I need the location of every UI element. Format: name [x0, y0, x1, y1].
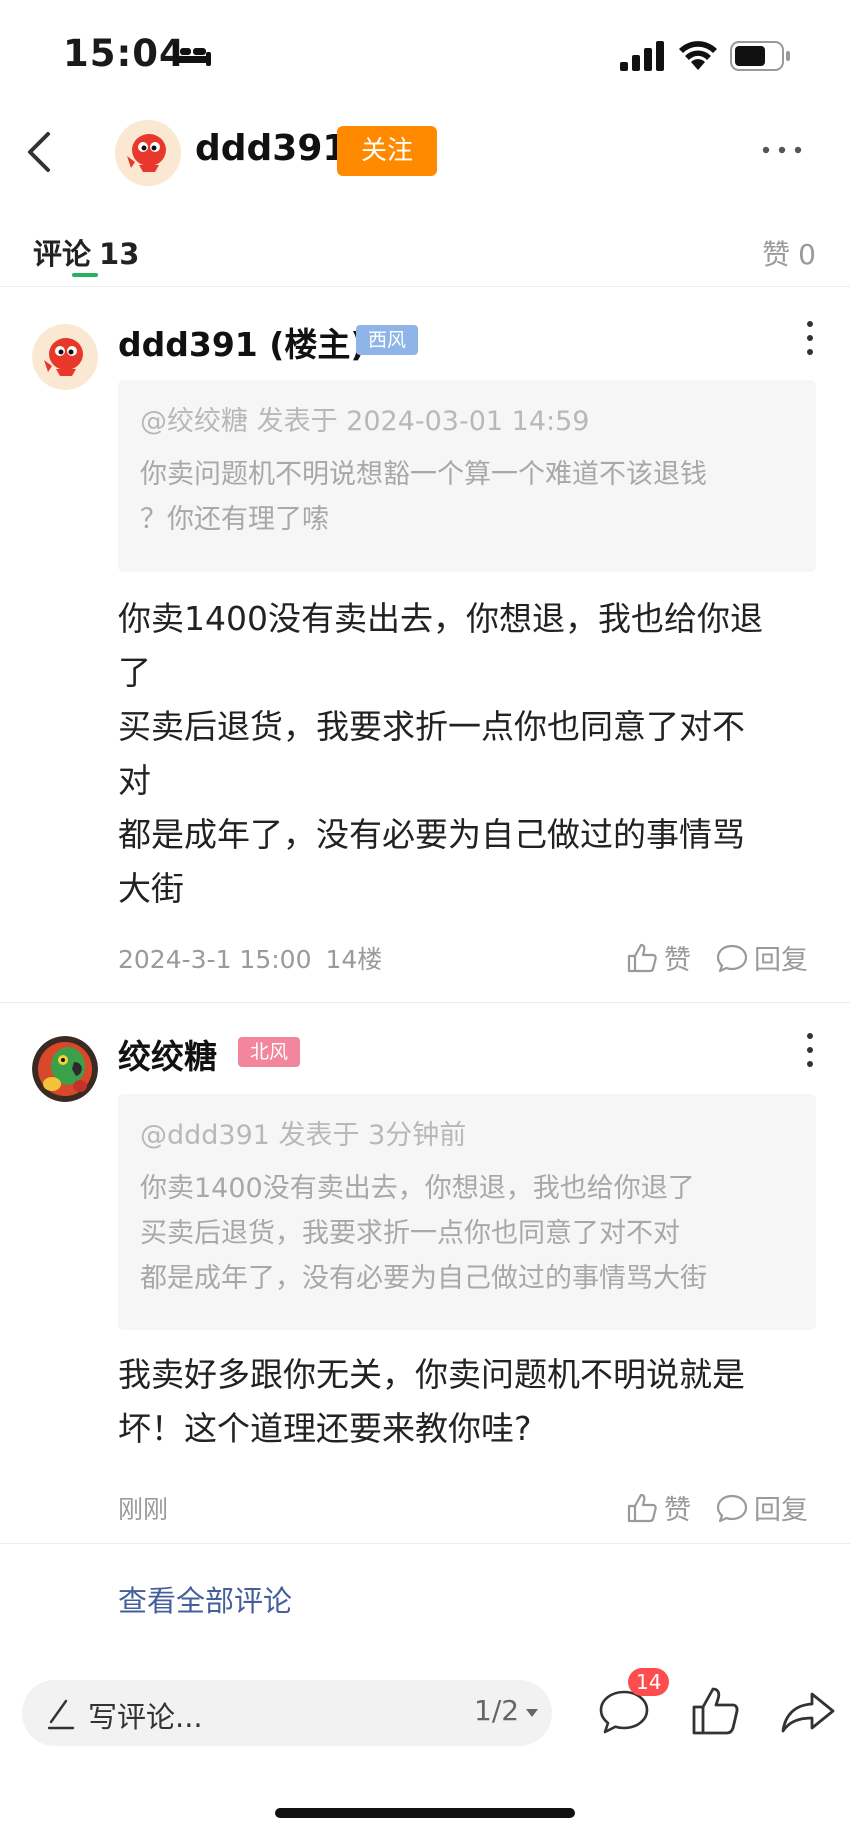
share-icon[interactable]: [780, 1690, 836, 1734]
like-label: 赞: [664, 945, 691, 976]
comment-input[interactable]: 写评论... 1/2: [22, 1680, 552, 1746]
sleep-focus-icon: [173, 44, 211, 66]
comment-text: 我卖好多跟你无关，你卖问题机不明说就是 坏！这个道理还要来教你哇?: [118, 1355, 745, 1448]
battery-icon: [730, 41, 790, 71]
like-label: 赞: [664, 1495, 691, 1526]
parrot-avatar-icon: [32, 1036, 98, 1102]
level-badge: 北风: [238, 1037, 301, 1067]
more-options-icon[interactable]: [760, 140, 804, 160]
status-bar: 15:04: [0, 0, 850, 100]
quote-header: @绞绞糖 发表于 2024-03-01 14:59: [140, 406, 590, 437]
author-name[interactable]: ddd391: [195, 128, 347, 169]
reply-label: 回复: [754, 1495, 808, 1526]
comment-meta: 刚刚: [118, 1490, 168, 1526]
like-button[interactable]: 赞: [626, 938, 691, 977]
quoted-comment[interactable]: @绞绞糖 发表于 2024-03-01 14:59 你卖问题机不明说想豁一个算一…: [118, 380, 816, 572]
comment-tabs: 评论 13 赞0: [0, 225, 850, 287]
reply-bubble-icon: [716, 1494, 748, 1522]
tab-likes-count: 0: [798, 238, 816, 271]
post-header: ddd391 关注: [0, 110, 850, 200]
quote-body: 你卖1400没有卖出去，你想退，我也给你退了 买卖后退货，我要求折一点你也同意了…: [140, 1173, 707, 1294]
page-indicator[interactable]: 1/2: [474, 1694, 519, 1727]
comment-avatar[interactable]: [32, 1036, 98, 1102]
tab-comments-count: 13: [99, 237, 140, 271]
active-tab-indicator: [72, 273, 98, 277]
author-avatar[interactable]: [115, 120, 181, 186]
thumbs-up-icon: [627, 943, 657, 972]
mascot-avatar-icon: [115, 120, 181, 186]
comment-more-icon[interactable]: [800, 1030, 820, 1070]
comment-item: 绞绞糖 北风 @ddd391 发表于 3分钟前 你卖1400没有卖出去，你想退，…: [0, 1004, 850, 1544]
comment-time: 刚刚: [118, 1495, 169, 1524]
comment-avatar[interactable]: [32, 324, 98, 390]
tab-comments[interactable]: 评论 13: [33, 231, 139, 273]
reply-button[interactable]: 回复: [716, 938, 808, 977]
tab-likes-label: 赞: [762, 238, 791, 271]
comment-author[interactable]: ddd391 (楼主): [118, 318, 365, 366]
comment-text: 你卖1400没有卖出去，你想退，我也给你退 了 买卖后退货，我要求折一点你也同意…: [118, 599, 763, 908]
tab-likes[interactable]: 赞0: [762, 233, 816, 273]
view-all-comments-link[interactable]: 查看全部评论: [118, 1578, 292, 1620]
comment-author[interactable]: 绞绞糖: [118, 1030, 217, 1078]
home-indicator: [275, 1808, 575, 1818]
quote-header: @ddd391 发表于 3分钟前: [140, 1120, 467, 1151]
reply-button[interactable]: 回复: [716, 1488, 808, 1527]
quote-body: 你卖问题机不明说想豁一个算一个难道不该退钱 ？你还有理了嗦: [140, 459, 707, 535]
comment-floor: 14楼: [325, 945, 383, 974]
comment-more-icon[interactable]: [800, 318, 820, 358]
quoted-comment[interactable]: @ddd391 发表于 3分钟前 你卖1400没有卖出去，你想退，我也给你退了 …: [118, 1094, 816, 1330]
tab-comments-label: 评论: [33, 237, 92, 271]
follow-button[interactable]: 关注: [337, 126, 437, 176]
thumbs-up-icon: [627, 1493, 657, 1522]
comment-count-badge: 14: [628, 1668, 670, 1696]
like-button[interactable]: 赞: [626, 1488, 691, 1527]
pen-icon: [47, 1699, 75, 1730]
cellular-signal-icon: [620, 41, 664, 71]
reply-label: 回复: [754, 945, 808, 976]
reply-bubble-icon: [716, 944, 748, 972]
level-badge: 西风: [356, 325, 419, 355]
chevron-down-icon[interactable]: [525, 1708, 539, 1718]
status-time: 15:04: [63, 32, 186, 75]
back-icon[interactable]: [22, 124, 56, 180]
comment-input-placeholder: 写评论...: [88, 1700, 203, 1734]
comment-item: ddd391 (楼主) 西风 @绞绞糖 发表于 2024-03-01 14:59…: [0, 288, 850, 1003]
mascot-avatar-icon: [32, 324, 98, 390]
thumbs-up-icon[interactable]: [690, 1685, 740, 1737]
wifi-icon: [679, 41, 717, 70]
comment-time: 2024-3-1 15:00: [118, 945, 312, 974]
comment-meta: 2024-3-1 15:00 14楼: [118, 940, 382, 976]
